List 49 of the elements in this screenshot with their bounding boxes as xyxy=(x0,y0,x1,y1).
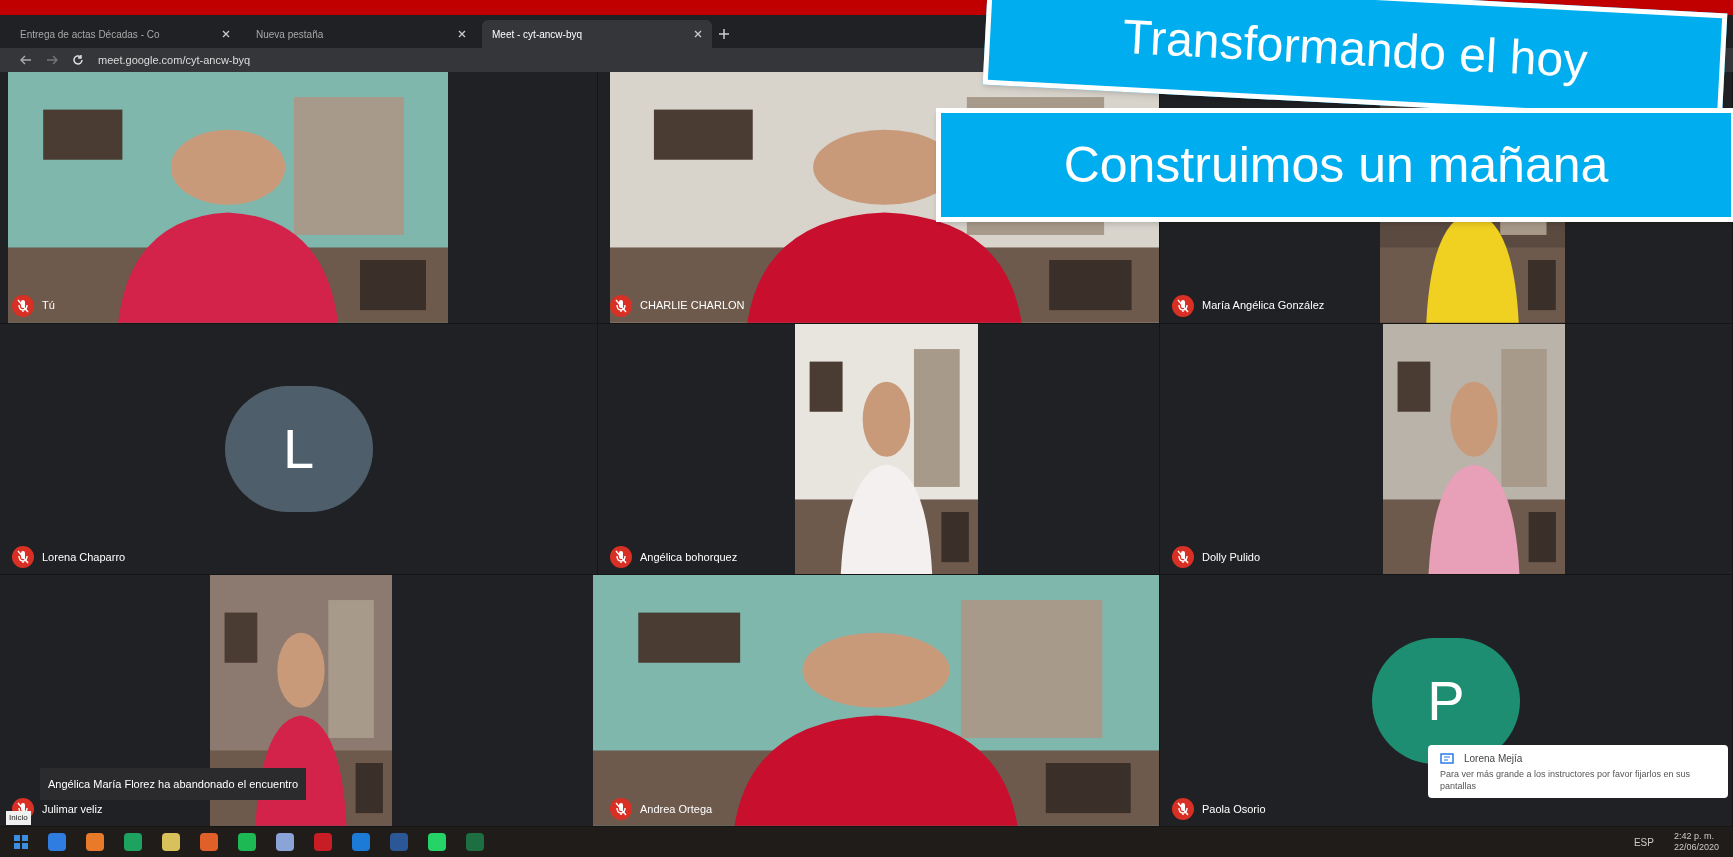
muted-mic-icon xyxy=(12,294,34,317)
close-icon[interactable] xyxy=(458,30,466,38)
reload-icon[interactable] xyxy=(72,54,84,66)
chat-sender: Lorena Mejía xyxy=(1464,752,1523,766)
windows-icon[interactable] xyxy=(14,835,28,849)
app-icon[interactable] xyxy=(124,833,142,851)
chat-toast[interactable]: Lorena Mejía Para ver más grande a los instructores por favor fijarlos en sus pantallas xyxy=(1428,745,1728,798)
url-field[interactable]: meet.google.com/cyt-ancw-byq xyxy=(98,51,251,69)
new-tab-icon[interactable] xyxy=(718,28,730,40)
muted-mic-icon xyxy=(1172,798,1194,820)
participant-name: Lorena Chaparro xyxy=(42,550,126,566)
muted-mic-icon xyxy=(610,546,632,569)
participant-name: Julimar veliz xyxy=(42,801,103,817)
close-icon[interactable] xyxy=(222,30,230,38)
clock-date[interactable]: 22/06/2020 xyxy=(1673,842,1719,853)
close-icon[interactable] xyxy=(694,30,702,38)
app-icon[interactable] xyxy=(238,833,256,851)
chat-icon xyxy=(1440,752,1454,765)
avatar: L xyxy=(224,386,373,512)
forward-arrow-icon[interactable] xyxy=(46,55,58,65)
app-icon[interactable] xyxy=(466,833,484,851)
chat-message: Para ver más grande a los instructores por favor fijarlos en sus pantallas xyxy=(1440,768,1692,792)
participant-name: Dolly Pulido xyxy=(1202,550,1261,566)
browser-tab[interactable]: Entrega de actas Décadas - Co xyxy=(10,20,240,48)
app-icon[interactable] xyxy=(200,833,218,851)
muted-mic-icon xyxy=(610,798,632,820)
app-icon[interactable] xyxy=(428,833,446,851)
back-arrow-icon[interactable] xyxy=(20,55,32,65)
participant-name: Andrea Ortega xyxy=(640,801,713,817)
app-icon[interactable] xyxy=(352,833,370,851)
participant-name: María Angélica González xyxy=(1202,298,1325,314)
clock-time[interactable]: 2:42 p. m. xyxy=(1673,831,1719,842)
start-tooltip: Inicio xyxy=(6,811,31,825)
app-icon[interactable] xyxy=(162,833,180,851)
app-icon[interactable] xyxy=(48,833,66,851)
browser-tab[interactable]: Meet - cyt-ancw-byq xyxy=(482,20,712,48)
participant-name: Tú xyxy=(42,298,55,314)
participant-name: Paola Osorio xyxy=(1202,801,1266,817)
banner-bottom: Construimos un mañana xyxy=(936,108,1733,222)
muted-mic-icon xyxy=(1172,294,1194,317)
app-icon[interactable] xyxy=(314,833,332,851)
app-icon[interactable] xyxy=(276,833,294,851)
muted-mic-icon xyxy=(1172,546,1194,569)
app-icon[interactable] xyxy=(86,833,104,851)
participant-name: Angélica bohorquez xyxy=(640,550,738,566)
muted-mic-icon xyxy=(12,546,34,569)
browser-tab[interactable]: Nueva pestaña xyxy=(246,20,476,48)
left-meeting-notice: Angélica María Florez ha abandonado el encuentro xyxy=(40,767,307,800)
language-indicator[interactable]: ESP xyxy=(1633,834,1654,850)
